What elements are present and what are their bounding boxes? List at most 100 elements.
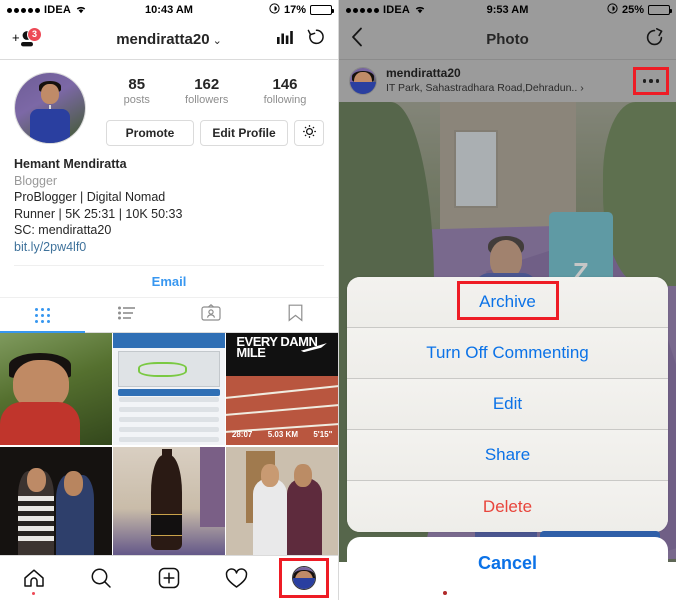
stat-following[interactable]: 146 following [264, 76, 307, 107]
status-bar-right: IDEA 9:53 AM 25% [339, 0, 676, 20]
profile-action-buttons: Promote Edit Profile [106, 120, 324, 146]
refresh-icon[interactable] [645, 27, 664, 52]
insights-bar-chart-icon[interactable] [276, 29, 293, 50]
bottom-navigation-bar [0, 555, 338, 600]
profile-bio: Hemant Mendiratta Blogger ProBlogger | D… [0, 146, 338, 255]
grid-post-night-friends[interactable] [0, 446, 112, 559]
nike-distance: 5.03 KM [267, 430, 298, 440]
nike-time: 28:07 [231, 430, 253, 440]
battery-percent-label: 17% [283, 4, 306, 16]
bio-link[interactable]: bit.ly/2pw4lf0 [14, 239, 324, 256]
edit-profile-button[interactable]: Edit Profile [200, 120, 288, 146]
nike-pace: 5'15" [313, 430, 333, 440]
chevron-down-icon: ⌄ [212, 35, 222, 47]
battery-icon [648, 5, 672, 15]
bio-full-name: Hemant Mendiratta [14, 157, 127, 171]
grid-post-selfie-garden[interactable] [0, 333, 112, 445]
more-options-icon [642, 79, 647, 83]
wifi-icon [75, 4, 87, 17]
profile-stats: 85 posts 162 followers 146 following [106, 72, 324, 107]
status-bar-left-group: IDEA [7, 4, 87, 17]
action-turn-off-commenting[interactable]: Turn Off Commenting [347, 328, 668, 379]
bookmark-icon [288, 304, 303, 327]
saved-tab[interactable] [254, 298, 339, 332]
nike-headline: EVERY DAMN MILE [236, 334, 318, 361]
action-share[interactable]: Share [347, 430, 668, 481]
navbar-actions [276, 28, 326, 51]
tagged-tab[interactable] [169, 298, 254, 332]
email-button[interactable]: Email [14, 265, 324, 297]
profile-navbar: 3 + mendiratta20 ⌄ [0, 20, 338, 60]
grid-tab[interactable] [0, 298, 85, 333]
gear-icon [302, 124, 317, 142]
chevron-right-icon: › [580, 82, 584, 94]
heart-icon [225, 567, 248, 588]
more-options-button[interactable] [633, 67, 669, 95]
list-tab[interactable] [85, 298, 170, 332]
carrier-label: IDEA [44, 4, 72, 16]
list-icon [117, 306, 136, 325]
following-count: 146 [272, 76, 298, 93]
profile-username: mendiratta20 [116, 31, 210, 48]
settings-button[interactable] [294, 120, 324, 146]
bio-line-3: SC: mendiratta20 [14, 223, 112, 237]
post-header-text: mendiratta20 IT Park, Sahastradhara Road… [377, 67, 584, 95]
post-avatar[interactable] [349, 67, 377, 95]
avatar-image [15, 73, 85, 143]
signal-strength-icon [7, 7, 40, 13]
action-edit[interactable]: Edit [347, 379, 668, 430]
status-bar-right-group: 25% [607, 3, 672, 17]
back-chevron-icon[interactable] [351, 27, 363, 52]
bio-line-1: ProBlogger | Digital Nomad [14, 190, 166, 204]
profile-avatar-icon [292, 566, 317, 590]
post-username[interactable]: mendiratta20 [386, 67, 584, 80]
instagram-post-options-screen: IDEA 9:53 AM 25% Photo mendiratta20 IT P… [338, 0, 676, 600]
search-icon [91, 568, 112, 588]
grid-post-run-tracker[interactable] [113, 333, 225, 445]
cancel-area-dot [443, 591, 447, 595]
page-title: Photo [486, 31, 529, 48]
profile-tab[interactable] [279, 558, 330, 598]
following-label: following [263, 94, 307, 106]
battery-icon [310, 5, 334, 15]
profile-tab-bar [0, 297, 338, 333]
signal-strength-icon [346, 7, 379, 13]
home-tab[interactable] [12, 561, 56, 595]
alarm-icon [269, 3, 280, 17]
followers-label: followers [185, 94, 229, 106]
posts-label: posts [123, 94, 150, 106]
add-post-tab[interactable] [147, 561, 191, 595]
action-delete[interactable]: Delete [347, 481, 668, 532]
promote-button[interactable]: Promote [106, 120, 194, 146]
archive-history-icon[interactable] [307, 28, 326, 51]
post-location[interactable]: IT Park, Sahastradhara Road,Dehradun.. › [386, 82, 584, 95]
stat-posts[interactable]: 85 posts [124, 76, 150, 107]
home-icon [24, 569, 44, 587]
home-notification-dot [32, 592, 36, 595]
post-header: mendiratta20 IT Park, Sahastradhara Road… [339, 60, 676, 102]
nike-run-stats: 28:07 5.03 KM 5'15" [232, 426, 333, 439]
search-tab[interactable] [79, 561, 123, 595]
cancel-button[interactable]: Cancel [347, 537, 668, 589]
bio-category: Blogger [14, 173, 58, 188]
action-archive[interactable]: Archive [347, 277, 668, 328]
profile-details: 85 posts 162 followers 146 following Pro… [86, 72, 324, 146]
action-sheet: Archive Turn Off Commenting Edit Share D… [347, 277, 668, 532]
carrier-label: IDEA [383, 4, 411, 16]
grid-icon [34, 307, 50, 323]
status-bar-left: IDEA 10:43 AM 17% [0, 0, 338, 20]
activity-tab[interactable] [215, 561, 259, 595]
svg-text:+: + [12, 30, 20, 45]
grid-post-nike-every-damn-mile[interactable]: EVERY DAMN MILE 28:07 5.03 KM 5'15" [226, 333, 338, 445]
post-location-label: IT Park, Sahastradhara Road,Dehradun.. [386, 82, 578, 94]
notification-badge: 3 [27, 26, 42, 42]
grid-post-black-label[interactable] [113, 446, 225, 559]
grid-post-two-men[interactable] [226, 446, 338, 559]
tagged-person-icon [201, 304, 221, 326]
bio-line-2: Runner | 5K 25:31 | 10K 50:33 [14, 206, 183, 221]
avatar[interactable] [14, 72, 86, 144]
status-bar-right-group: 17% [269, 3, 334, 17]
add-user-button[interactable]: 3 + [12, 26, 42, 51]
stat-followers[interactable]: 162 followers [185, 76, 228, 107]
status-bar-left-group-right: IDEA [346, 4, 426, 17]
